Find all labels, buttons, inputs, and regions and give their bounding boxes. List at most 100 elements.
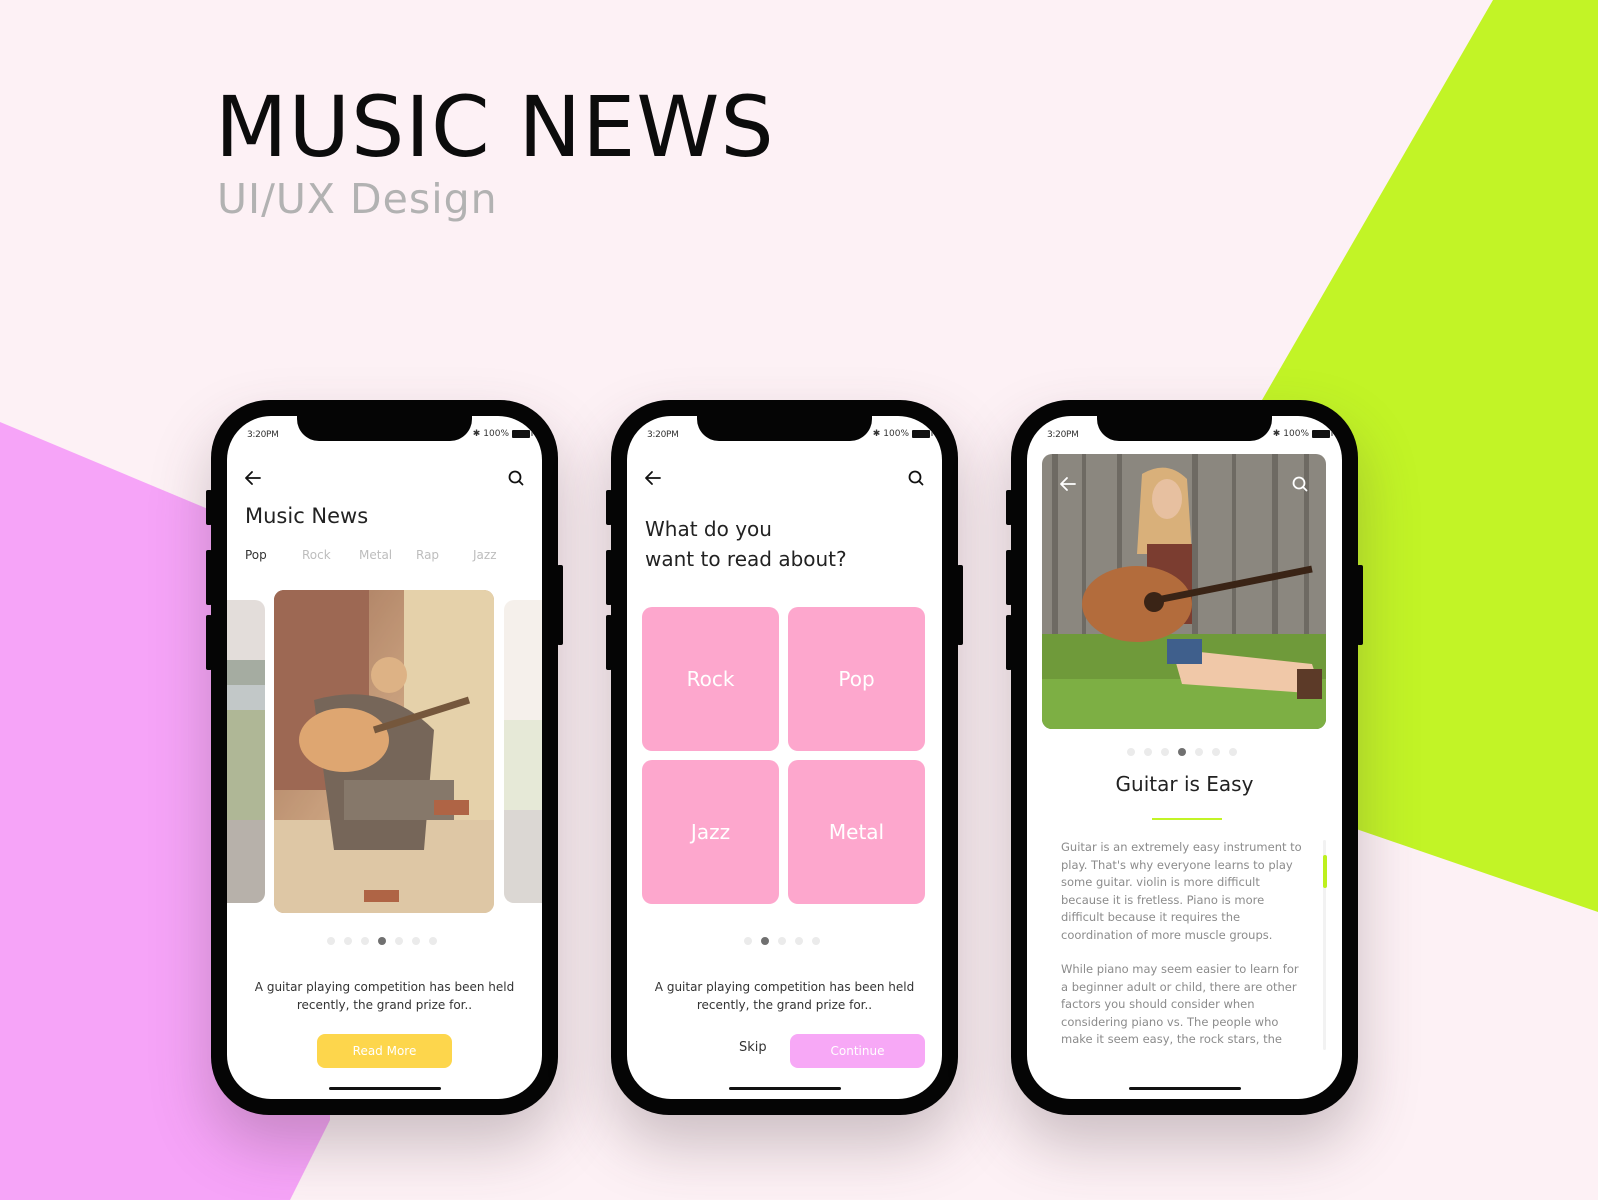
skip-button[interactable]: Skip (739, 1040, 767, 1055)
continue-button[interactable]: Continue (790, 1034, 925, 1068)
nature-image (504, 600, 542, 903)
carousel-card-next[interactable] (504, 600, 542, 903)
search-button[interactable] (1290, 474, 1310, 494)
screen: 3:20PM ✱ 100% What do you want to read a… (627, 416, 942, 1099)
side-button (1006, 550, 1012, 605)
tab-rap[interactable]: Rap (416, 548, 473, 562)
pager-dot[interactable] (1195, 748, 1203, 756)
search-icon (1292, 476, 1308, 492)
side-button (606, 550, 612, 605)
notch (697, 416, 872, 441)
genre-tile-jazz[interactable]: Jazz (642, 760, 779, 904)
battery-icon (1312, 430, 1333, 438)
article-hero-image (1042, 454, 1326, 729)
title-underline (1152, 818, 1222, 820)
genre-tile-pop[interactable]: Pop (788, 607, 925, 751)
phone-news-feed: 3:20PM ✱ 100% Music News Pop Rock Metal … (206, 400, 563, 1115)
article-title: Guitar is Easy (1115, 772, 1254, 796)
status-right: ✱ 100% (872, 429, 933, 439)
pager-dot[interactable] (344, 937, 352, 945)
tab-jazz[interactable]: Jazz (473, 548, 530, 562)
tab-rock[interactable]: Rock (302, 548, 359, 562)
side-button (557, 565, 563, 645)
pager-dot[interactable] (412, 937, 420, 945)
guitarist-photo (1042, 454, 1326, 729)
page-title: Music News (245, 504, 369, 528)
news-excerpt: A guitar playing competition has been he… (227, 978, 542, 1014)
status-time: 3:20PM (647, 430, 679, 440)
home-indicator[interactable] (328, 1087, 441, 1090)
status-right: ✱ 100% (1272, 429, 1333, 439)
genre-tile-metal[interactable]: Metal (788, 760, 925, 904)
image-pager (1127, 748, 1237, 756)
excerpt-line: A guitar playing competition has been he… (254, 980, 515, 994)
search-button[interactable] (906, 468, 926, 488)
battery-percent: 100% (883, 429, 909, 439)
scrollbar-thumb[interactable] (1323, 855, 1327, 888)
bluetooth-icon: ✱ (1272, 429, 1281, 439)
pager-dot[interactable] (778, 937, 786, 945)
pager-dot[interactable] (1229, 748, 1237, 756)
article-paragraph: Guitar is an extremely easy instrument t… (1061, 840, 1302, 942)
pager-dot[interactable] (812, 937, 820, 945)
side-button (606, 490, 612, 525)
notch (1097, 416, 1272, 441)
status-right: ✱ 100% (473, 429, 533, 439)
home-indicator[interactable] (1128, 1087, 1241, 1090)
hero-subtitle: UI/UX Design (217, 175, 498, 223)
status-time: 3:20PM (247, 430, 279, 440)
search-icon (908, 470, 924, 486)
carousel-card-main[interactable] (274, 590, 494, 913)
carousel-card-prev[interactable] (227, 600, 265, 903)
question-line: want to read about? (645, 547, 847, 571)
tab-metal[interactable]: Metal (359, 548, 416, 562)
pager-dot[interactable] (395, 937, 403, 945)
pager-dot[interactable] (327, 937, 335, 945)
genre-tile-rock[interactable]: Rock (642, 607, 779, 751)
article-paragraph: While piano may seem easier to learn for… (1061, 962, 1299, 1046)
side-button (957, 565, 963, 645)
pager-dot[interactable] (1161, 748, 1169, 756)
read-more-button[interactable]: Read More (317, 1034, 452, 1068)
pager-dot[interactable] (795, 937, 803, 945)
pager-dot[interactable] (744, 937, 752, 945)
pager-dot[interactable] (1127, 748, 1135, 756)
category-tabs: Pop Rock Metal Rap Jazz (245, 548, 530, 562)
side-button (206, 550, 212, 605)
carousel-pager (327, 937, 437, 945)
article-body: Guitar is an extremely easy instrument t… (1061, 839, 1308, 1066)
pager-dot-active[interactable] (761, 937, 769, 945)
article-scrollbar[interactable] (1323, 840, 1327, 1050)
battery-icon (912, 430, 933, 438)
battery-percent: 100% (1283, 429, 1309, 439)
pager-dot[interactable] (1212, 748, 1220, 756)
notch (297, 416, 472, 441)
side-button (206, 615, 212, 670)
back-button[interactable] (643, 468, 663, 488)
pager-dot[interactable] (361, 937, 369, 945)
arrow-left-icon (1060, 477, 1076, 491)
excerpt-line: recently, the grand prize for.. (296, 998, 473, 1012)
screen: 3:20PM ✱ 100% Music News Pop Rock Metal … (227, 416, 542, 1099)
tab-pop[interactable]: Pop (245, 548, 302, 562)
pager-dot[interactable] (429, 937, 437, 945)
battery-percent: 100% (483, 429, 509, 439)
pager-dot-active[interactable] (1178, 748, 1186, 756)
pager-dot-active[interactable] (378, 937, 386, 945)
excerpt-line: A guitar playing competition has been he… (654, 980, 915, 994)
bluetooth-icon: ✱ (872, 429, 881, 439)
side-button (1006, 490, 1012, 525)
pager-dot[interactable] (1144, 748, 1152, 756)
landscape-image (227, 600, 265, 903)
search-button[interactable] (506, 468, 526, 488)
side-button (1357, 565, 1363, 645)
phone-article: 3:20PM ✱ 100% Guitar is Easy Guitar is a… (1006, 400, 1363, 1115)
side-button (206, 490, 212, 525)
side-button (1006, 615, 1012, 670)
back-button[interactable] (1058, 474, 1078, 494)
search-icon (508, 470, 524, 486)
battery-icon (512, 430, 533, 438)
back-button[interactable] (243, 468, 263, 488)
home-indicator[interactable] (728, 1087, 841, 1090)
hero-title: MUSIC NEWS (215, 78, 775, 176)
